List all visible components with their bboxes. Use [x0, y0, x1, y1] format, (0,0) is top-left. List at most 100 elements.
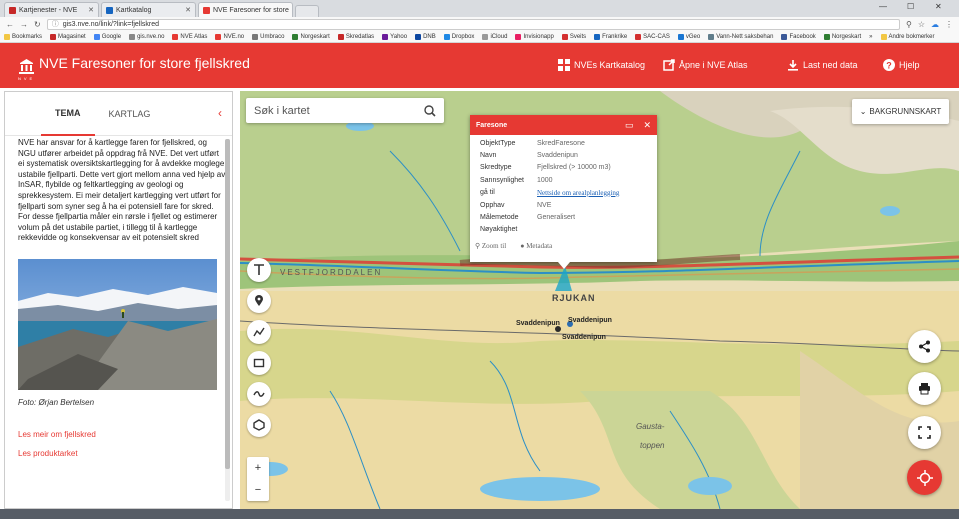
- star-icon[interactable]: ☆: [918, 20, 925, 29]
- search-icon[interactable]: ⚲: [906, 20, 912, 29]
- bookmark-item[interactable]: SAC-CAS: [635, 33, 670, 40]
- nav-kartkatalog[interactable]: NVEs Kartkatalog: [558, 59, 645, 71]
- photo-caption: Foto: Ørjan Bertelsen: [18, 397, 95, 407]
- bookmark-item[interactable]: Sveits: [561, 33, 586, 40]
- menu-icon[interactable]: ⋮: [945, 20, 953, 29]
- popup-row: gå til Nettside om arealplanlegging: [480, 188, 620, 197]
- text-tool-icon[interactable]: [247, 258, 271, 282]
- metadata-button[interactable]: ● Metadata: [520, 242, 552, 250]
- bookmark-item[interactable]: Dropbox: [443, 33, 474, 40]
- popup-row: Nøyaktighet: [480, 226, 518, 234]
- nav-label: Last ned data: [803, 60, 858, 70]
- maximize-popup-icon[interactable]: ▭: [625, 120, 634, 131]
- bookmark-item[interactable]: Norgeskart: [823, 33, 861, 40]
- locate-me-button[interactable]: [907, 460, 942, 495]
- bookmark-item[interactable]: Google: [93, 33, 121, 40]
- nav-download[interactable]: Last ned data: [787, 59, 858, 71]
- link-product-sheet[interactable]: Les produktarket: [18, 449, 232, 458]
- bookmark-item[interactable]: gis.nve.no: [129, 33, 164, 40]
- zoom-to-button[interactable]: ⚲ Zoom til: [475, 242, 506, 250]
- browser-tab-3[interactable]: NVE Faresoner for store ✕: [198, 2, 293, 17]
- url-text: gis3.nve.no/link/?link=fjellskred: [62, 20, 160, 28]
- rectangle-tool-icon[interactable]: [247, 351, 271, 375]
- page-title: NVE Faresoner for store fjellskred: [39, 54, 250, 71]
- bookmark-item[interactable]: Vann-Nett saksbehan: [708, 33, 773, 40]
- close-icon[interactable]: ✕: [88, 6, 94, 14]
- tab-tema[interactable]: TEMA: [41, 92, 95, 136]
- bookmark-item[interactable]: Facebook: [781, 33, 816, 40]
- link-read-more[interactable]: Les meir om fjellskred: [18, 430, 232, 439]
- back-icon[interactable]: ←: [6, 20, 14, 29]
- bookmark-item[interactable]: NVE Atlas: [172, 33, 207, 40]
- fullscreen-button[interactable]: [908, 416, 941, 449]
- scrollbar-thumb[interactable]: [225, 139, 230, 469]
- popup-row: Målemetode Generalisert: [480, 214, 576, 222]
- zoom-out-button[interactable]: −: [255, 484, 261, 496]
- popup-row: Sannsynlighet 1000: [480, 176, 553, 184]
- map-view[interactable]: VESTFJORDDALEN RJUKAN Svaddenipun Svadde…: [240, 91, 959, 509]
- info-icon: ●: [520, 242, 525, 251]
- map-search-input[interactable]: Søk i kartet: [246, 98, 444, 123]
- popup-header: Faresone ▭ ✕: [470, 115, 657, 135]
- close-popup-icon[interactable]: ✕: [643, 120, 651, 131]
- zoom-in-button[interactable]: +: [255, 462, 261, 474]
- nav-label: NVEs Kartkatalog: [574, 60, 646, 70]
- freehand-tool-icon[interactable]: [247, 382, 271, 406]
- window-close-icon[interactable]: ✕: [935, 2, 942, 11]
- bookmark-item[interactable]: iCloud: [482, 33, 507, 40]
- bookmark-item[interactable]: vGeo: [677, 33, 700, 40]
- browser-tab-1[interactable]: Kartjenester - NVE ✕: [4, 2, 99, 17]
- zoom-control: + −: [247, 457, 269, 501]
- reload-icon[interactable]: ↻: [34, 20, 41, 29]
- bookmark-item[interactable]: Magasinet: [50, 33, 86, 40]
- drawing-tools: [247, 258, 271, 437]
- background-map-button[interactable]: ⌄ BAKGRUNNSKART: [852, 99, 949, 124]
- open-external-icon: [663, 59, 675, 71]
- nav-help[interactable]: ? Hjelp: [883, 59, 920, 71]
- chevron-down-icon: ⌄: [859, 107, 867, 116]
- print-button[interactable]: [908, 372, 941, 405]
- url-input[interactable]: ⓘ gis3.nve.no/link/?link=fjellskred: [46, 18, 900, 30]
- bookmark-item[interactable]: Invisionapp: [515, 33, 554, 40]
- collapse-panel-icon[interactable]: ‹: [218, 106, 222, 120]
- line-tool-icon[interactable]: [247, 320, 271, 344]
- minimize-icon[interactable]: —: [879, 2, 887, 11]
- svg-text:?: ?: [886, 61, 892, 71]
- close-icon[interactable]: ✕: [292, 6, 293, 14]
- bookmark-item[interactable]: Bookmarks: [4, 33, 42, 40]
- maximize-icon[interactable]: ☐: [907, 2, 914, 11]
- share-icon: [919, 340, 930, 353]
- search-icon[interactable]: [424, 104, 436, 117]
- bookmarks-bar: Bookmarks Magasinet Google gis.nve.no NV…: [0, 31, 959, 43]
- browser-tab-bar: Kartjenester - NVE ✕ Kartkatalog ✕ NVE F…: [0, 0, 959, 17]
- side-panel: TEMA KARTLAG ‹ NVE har ansvar for å kart…: [4, 91, 233, 509]
- nav-open-atlas[interactable]: Åpne i NVE Atlas: [663, 59, 748, 71]
- bookmark-item[interactable]: Yahoo: [382, 33, 407, 40]
- share-button[interactable]: [908, 330, 941, 363]
- tab-label: NVE Faresoner for store: [213, 6, 289, 14]
- browser-tab-2[interactable]: Kartkatalog ✕: [101, 2, 196, 17]
- bookmark-item[interactable]: Norgeskart: [292, 33, 330, 40]
- help-icon: ?: [883, 59, 895, 71]
- map-label-marker: Svaddenipun: [568, 317, 612, 324]
- bookmark-item[interactable]: Umbraco: [252, 33, 284, 40]
- bookmark-item[interactable]: Frankrike: [594, 33, 627, 40]
- bookmark-item[interactable]: Skredatlas: [337, 33, 374, 40]
- close-icon[interactable]: ✕: [185, 6, 191, 14]
- tab-kartlag[interactable]: KARTLAG: [95, 92, 165, 136]
- new-tab-button[interactable]: [295, 5, 319, 17]
- bookmark-item[interactable]: NVE.no: [215, 33, 244, 40]
- more-bookmarks-icon[interactable]: »: [869, 34, 872, 40]
- planning-link[interactable]: Nettside om arealplanlegging: [537, 189, 619, 197]
- other-bookmarks[interactable]: Andre bokmerker: [880, 33, 935, 40]
- marker-tool-icon[interactable]: [247, 289, 271, 313]
- popup-row: Skredtype Fjellskred (> 10000 m3): [480, 164, 611, 172]
- extension-icon[interactable]: ☁: [931, 20, 939, 29]
- popup-row: ObjektType SkredFaresone: [480, 139, 585, 147]
- polygon-tool-icon[interactable]: [247, 413, 271, 437]
- map-label-peak: toppen: [640, 441, 665, 450]
- panel-scrollbar[interactable]: [225, 139, 230, 501]
- forward-icon[interactable]: →: [20, 20, 28, 29]
- bookmark-item[interactable]: DNB: [415, 33, 436, 40]
- download-icon: [788, 60, 798, 71]
